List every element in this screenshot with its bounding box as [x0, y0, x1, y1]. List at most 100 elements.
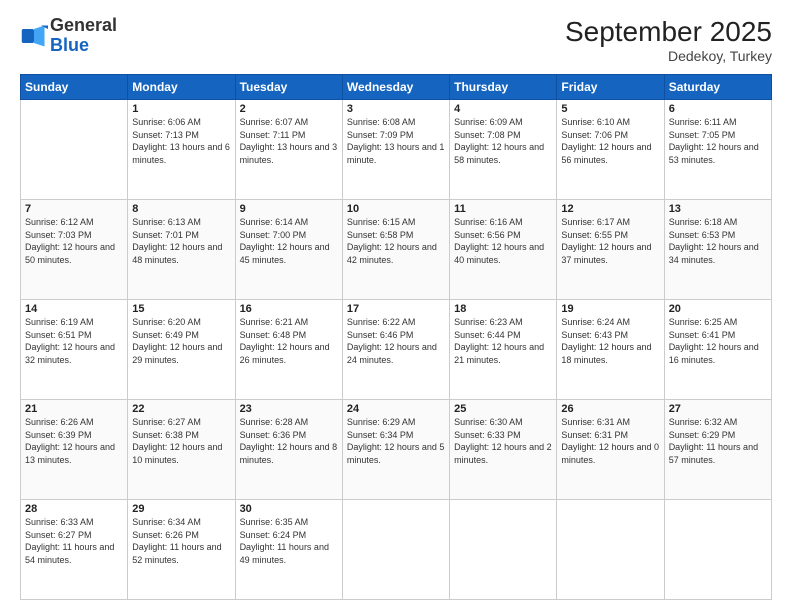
- col-saturday: Saturday: [664, 75, 771, 100]
- day-info: Sunrise: 6:18 AMSunset: 6:53 PMDaylight:…: [669, 216, 767, 266]
- day-info: Sunrise: 6:33 AMSunset: 6:27 PMDaylight:…: [25, 516, 123, 566]
- header-row: Sunday Monday Tuesday Wednesday Thursday…: [21, 75, 772, 100]
- day-cell: [342, 500, 449, 600]
- day-number: 15: [132, 303, 230, 315]
- day-cell: 9Sunrise: 6:14 AMSunset: 7:00 PMDaylight…: [235, 200, 342, 300]
- day-info: Sunrise: 6:22 AMSunset: 6:46 PMDaylight:…: [347, 316, 445, 366]
- day-cell: 27Sunrise: 6:32 AMSunset: 6:29 PMDayligh…: [664, 400, 771, 500]
- col-wednesday: Wednesday: [342, 75, 449, 100]
- day-number: 20: [669, 303, 767, 315]
- day-cell: [664, 500, 771, 600]
- day-cell: 11Sunrise: 6:16 AMSunset: 6:56 PMDayligh…: [450, 200, 557, 300]
- day-number: 1: [132, 103, 230, 115]
- day-info: Sunrise: 6:09 AMSunset: 7:08 PMDaylight:…: [454, 116, 552, 166]
- day-number: 2: [240, 103, 338, 115]
- day-cell: 13Sunrise: 6:18 AMSunset: 6:53 PMDayligh…: [664, 200, 771, 300]
- day-cell: 20Sunrise: 6:25 AMSunset: 6:41 PMDayligh…: [664, 300, 771, 400]
- day-number: 28: [25, 503, 123, 515]
- day-number: 19: [561, 303, 659, 315]
- day-cell: 22Sunrise: 6:27 AMSunset: 6:38 PMDayligh…: [128, 400, 235, 500]
- day-info: Sunrise: 6:34 AMSunset: 6:26 PMDaylight:…: [132, 516, 230, 566]
- week-row-3: 14Sunrise: 6:19 AMSunset: 6:51 PMDayligh…: [21, 300, 772, 400]
- day-number: 18: [454, 303, 552, 315]
- day-number: 8: [132, 203, 230, 215]
- logo-blue-text: Blue: [50, 35, 89, 55]
- day-cell: 26Sunrise: 6:31 AMSunset: 6:31 PMDayligh…: [557, 400, 664, 500]
- day-info: Sunrise: 6:19 AMSunset: 6:51 PMDaylight:…: [25, 316, 123, 366]
- day-info: Sunrise: 6:11 AMSunset: 7:05 PMDaylight:…: [669, 116, 767, 166]
- col-friday: Friday: [557, 75, 664, 100]
- day-cell: 3Sunrise: 6:08 AMSunset: 7:09 PMDaylight…: [342, 100, 449, 200]
- day-cell: 5Sunrise: 6:10 AMSunset: 7:06 PMDaylight…: [557, 100, 664, 200]
- day-cell: 4Sunrise: 6:09 AMSunset: 7:08 PMDaylight…: [450, 100, 557, 200]
- day-info: Sunrise: 6:16 AMSunset: 6:56 PMDaylight:…: [454, 216, 552, 266]
- day-number: 9: [240, 203, 338, 215]
- day-cell: 25Sunrise: 6:30 AMSunset: 6:33 PMDayligh…: [450, 400, 557, 500]
- logo-general-text: General: [50, 15, 117, 35]
- day-number: 4: [454, 103, 552, 115]
- col-sunday: Sunday: [21, 75, 128, 100]
- day-info: Sunrise: 6:08 AMSunset: 7:09 PMDaylight:…: [347, 116, 445, 166]
- day-cell: 19Sunrise: 6:24 AMSunset: 6:43 PMDayligh…: [557, 300, 664, 400]
- day-cell: 1Sunrise: 6:06 AMSunset: 7:13 PMDaylight…: [128, 100, 235, 200]
- day-cell: 2Sunrise: 6:07 AMSunset: 7:11 PMDaylight…: [235, 100, 342, 200]
- day-info: Sunrise: 6:06 AMSunset: 7:13 PMDaylight:…: [132, 116, 230, 166]
- day-info: Sunrise: 6:07 AMSunset: 7:11 PMDaylight:…: [240, 116, 338, 166]
- day-number: 17: [347, 303, 445, 315]
- day-info: Sunrise: 6:29 AMSunset: 6:34 PMDaylight:…: [347, 416, 445, 466]
- day-number: 16: [240, 303, 338, 315]
- day-info: Sunrise: 6:10 AMSunset: 7:06 PMDaylight:…: [561, 116, 659, 166]
- day-info: Sunrise: 6:20 AMSunset: 6:49 PMDaylight:…: [132, 316, 230, 366]
- day-number: 21: [25, 403, 123, 415]
- day-info: Sunrise: 6:30 AMSunset: 6:33 PMDaylight:…: [454, 416, 552, 466]
- day-number: 11: [454, 203, 552, 215]
- day-number: 7: [25, 203, 123, 215]
- week-row-2: 7Sunrise: 6:12 AMSunset: 7:03 PMDaylight…: [21, 200, 772, 300]
- day-info: Sunrise: 6:15 AMSunset: 6:58 PMDaylight:…: [347, 216, 445, 266]
- logo-icon: [20, 22, 48, 50]
- day-cell: 18Sunrise: 6:23 AMSunset: 6:44 PMDayligh…: [450, 300, 557, 400]
- day-info: Sunrise: 6:23 AMSunset: 6:44 PMDaylight:…: [454, 316, 552, 366]
- day-info: Sunrise: 6:31 AMSunset: 6:31 PMDaylight:…: [561, 416, 659, 466]
- logo: General Blue: [20, 16, 117, 56]
- day-info: Sunrise: 6:28 AMSunset: 6:36 PMDaylight:…: [240, 416, 338, 466]
- day-number: 30: [240, 503, 338, 515]
- subtitle: Dedekoy, Turkey: [565, 48, 772, 64]
- week-row-5: 28Sunrise: 6:33 AMSunset: 6:27 PMDayligh…: [21, 500, 772, 600]
- day-info: Sunrise: 6:17 AMSunset: 6:55 PMDaylight:…: [561, 216, 659, 266]
- day-cell: 24Sunrise: 6:29 AMSunset: 6:34 PMDayligh…: [342, 400, 449, 500]
- day-info: Sunrise: 6:32 AMSunset: 6:29 PMDaylight:…: [669, 416, 767, 466]
- day-number: 13: [669, 203, 767, 215]
- day-cell: 15Sunrise: 6:20 AMSunset: 6:49 PMDayligh…: [128, 300, 235, 400]
- day-info: Sunrise: 6:24 AMSunset: 6:43 PMDaylight:…: [561, 316, 659, 366]
- day-number: 12: [561, 203, 659, 215]
- day-number: 3: [347, 103, 445, 115]
- col-thursday: Thursday: [450, 75, 557, 100]
- day-number: 14: [25, 303, 123, 315]
- day-cell: [21, 100, 128, 200]
- day-cell: 7Sunrise: 6:12 AMSunset: 7:03 PMDaylight…: [21, 200, 128, 300]
- col-monday: Monday: [128, 75, 235, 100]
- day-cell: 10Sunrise: 6:15 AMSunset: 6:58 PMDayligh…: [342, 200, 449, 300]
- day-cell: 23Sunrise: 6:28 AMSunset: 6:36 PMDayligh…: [235, 400, 342, 500]
- col-tuesday: Tuesday: [235, 75, 342, 100]
- day-cell: 28Sunrise: 6:33 AMSunset: 6:27 PMDayligh…: [21, 500, 128, 600]
- header: General Blue September 2025 Dedekoy, Tur…: [20, 16, 772, 64]
- calendar-table: Sunday Monday Tuesday Wednesday Thursday…: [20, 74, 772, 600]
- day-number: 5: [561, 103, 659, 115]
- day-info: Sunrise: 6:13 AMSunset: 7:01 PMDaylight:…: [132, 216, 230, 266]
- day-number: 26: [561, 403, 659, 415]
- day-cell: 29Sunrise: 6:34 AMSunset: 6:26 PMDayligh…: [128, 500, 235, 600]
- week-row-4: 21Sunrise: 6:26 AMSunset: 6:39 PMDayligh…: [21, 400, 772, 500]
- day-info: Sunrise: 6:26 AMSunset: 6:39 PMDaylight:…: [25, 416, 123, 466]
- day-cell: 8Sunrise: 6:13 AMSunset: 7:01 PMDaylight…: [128, 200, 235, 300]
- day-info: Sunrise: 6:12 AMSunset: 7:03 PMDaylight:…: [25, 216, 123, 266]
- day-cell: 14Sunrise: 6:19 AMSunset: 6:51 PMDayligh…: [21, 300, 128, 400]
- day-cell: 30Sunrise: 6:35 AMSunset: 6:24 PMDayligh…: [235, 500, 342, 600]
- day-number: 22: [132, 403, 230, 415]
- day-cell: [450, 500, 557, 600]
- day-cell: 12Sunrise: 6:17 AMSunset: 6:55 PMDayligh…: [557, 200, 664, 300]
- day-number: 27: [669, 403, 767, 415]
- day-cell: [557, 500, 664, 600]
- day-info: Sunrise: 6:27 AMSunset: 6:38 PMDaylight:…: [132, 416, 230, 466]
